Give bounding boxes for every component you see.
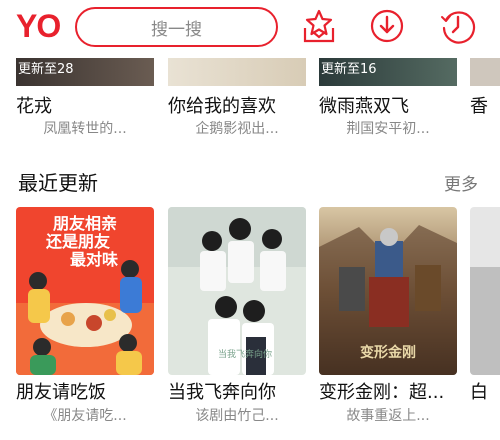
poster-thumbnail bbox=[470, 58, 500, 86]
poster-thumbnail bbox=[168, 58, 306, 86]
svg-text:当我飞奔向你: 当我飞奔向你 bbox=[218, 348, 272, 360]
video-title: 香 bbox=[470, 96, 488, 117]
video-title: 微雨燕双飞 bbox=[319, 96, 409, 117]
video-subtitle: 荆国安平初... bbox=[346, 121, 430, 137]
section-title: 最近更新 bbox=[18, 171, 98, 195]
update-badge: 更新至28 bbox=[18, 62, 74, 77]
top-bar: YO 搜一搜 bbox=[0, 0, 500, 58]
poster-image bbox=[470, 207, 500, 375]
svg-text:变形金刚: 变形金刚 bbox=[360, 344, 416, 361]
video-title: 朋友请吃饭 bbox=[16, 382, 106, 403]
video-card[interactable]: 朋友相亲 还是朋友 最对味 朋友请吃饭 《朋友请吃... bbox=[16, 207, 154, 437]
video-subtitle: 企鹅影视出... bbox=[195, 121, 279, 137]
video-card[interactable]: 变形金刚 变形金刚：超... 故事重返上... bbox=[319, 207, 457, 437]
video-subtitle: 该剧由竹己... bbox=[195, 408, 279, 424]
vip-star-icon[interactable] bbox=[301, 8, 337, 44]
poster-image: 变形金刚 bbox=[319, 207, 457, 375]
video-card[interactable]: 更新至28 花戎 凤凰转世的... bbox=[16, 58, 154, 138]
video-card[interactable]: 更新至16 微雨燕双飞 荆国安平初... bbox=[319, 58, 457, 138]
app-logo[interactable]: YO bbox=[16, 8, 61, 45]
previous-row: 更新至28 花戎 凤凰转世的... 你给我的喜欢 企鹅影视出... 更新至16 … bbox=[0, 58, 500, 140]
video-subtitle: 故事重返上... bbox=[346, 408, 430, 424]
svg-text:最对味: 最对味 bbox=[70, 250, 118, 269]
history-clock-icon[interactable] bbox=[440, 8, 476, 44]
search-input[interactable]: 搜一搜 bbox=[75, 7, 278, 47]
download-icon[interactable] bbox=[369, 8, 405, 44]
video-title: 你给我的喜欢 bbox=[168, 96, 276, 117]
poster-image: 朋友相亲 还是朋友 最对味 bbox=[16, 207, 154, 375]
video-card[interactable]: 当我飞奔向你 当我飞奔向你 该剧由竹己... bbox=[168, 207, 306, 437]
poster-thumbnail: 更新至28 bbox=[16, 58, 154, 86]
svg-text:还是朋友: 还是朋友 bbox=[45, 232, 111, 251]
video-card[interactable]: 香 bbox=[470, 58, 500, 138]
recent-updates-row: 朋友相亲 还是朋友 最对味 朋友请吃饭 《朋友请吃... 当我飞奔向你 当我飞奔… bbox=[0, 207, 500, 440]
more-link[interactable]: 更多 bbox=[444, 170, 478, 195]
poster-image: 当我飞奔向你 bbox=[168, 207, 306, 375]
video-title: 当我飞奔向你 bbox=[168, 382, 276, 403]
poster-thumbnail: 更新至16 bbox=[319, 58, 457, 86]
video-subtitle: 《朋友请吃... bbox=[43, 408, 127, 424]
video-card[interactable]: 你给我的喜欢 企鹅影视出... bbox=[168, 58, 306, 138]
video-title: 白 bbox=[470, 382, 488, 403]
video-title: 变形金刚：超... bbox=[319, 382, 445, 403]
video-subtitle: 凤凰转世的... bbox=[43, 121, 127, 137]
update-badge: 更新至16 bbox=[321, 62, 377, 77]
search-placeholder: 搜一搜 bbox=[151, 19, 202, 40]
svg-text:朋友相亲: 朋友相亲 bbox=[53, 214, 117, 233]
video-title: 花戎 bbox=[16, 96, 52, 117]
video-card[interactable]: 白 bbox=[470, 207, 500, 437]
